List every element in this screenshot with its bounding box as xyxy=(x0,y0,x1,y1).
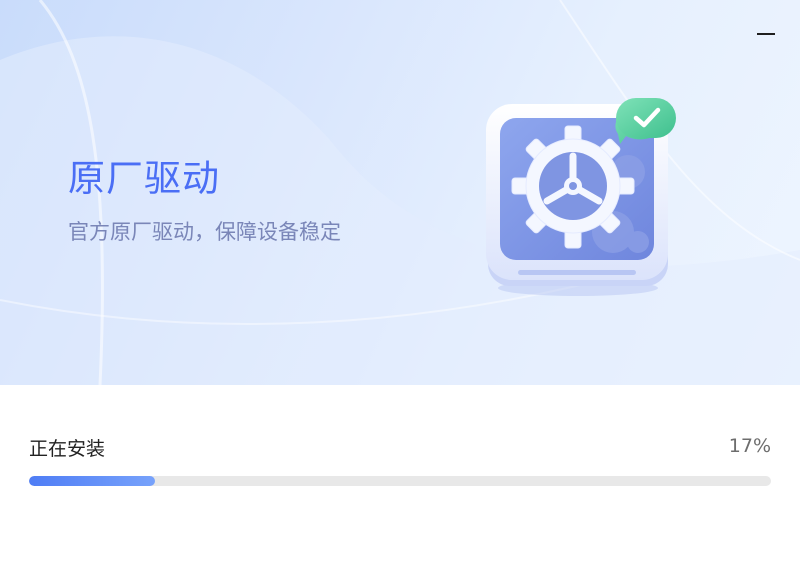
minimize-icon xyxy=(757,33,775,35)
progress-bar xyxy=(29,476,771,486)
install-status-label: 正在安装 xyxy=(29,438,106,460)
progress-percent: 17% xyxy=(728,435,771,457)
page-title: 原厂驱动 xyxy=(68,157,220,200)
page-subtitle: 官方原厂驱动，保障设备稳定 xyxy=(68,220,341,244)
hero-banner: 原厂驱动 官方原厂驱动，保障设备稳定 xyxy=(0,0,800,385)
minimize-button[interactable] xyxy=(752,22,780,46)
driver-gear-icon xyxy=(486,98,676,296)
progress-bar-fill xyxy=(29,476,156,486)
